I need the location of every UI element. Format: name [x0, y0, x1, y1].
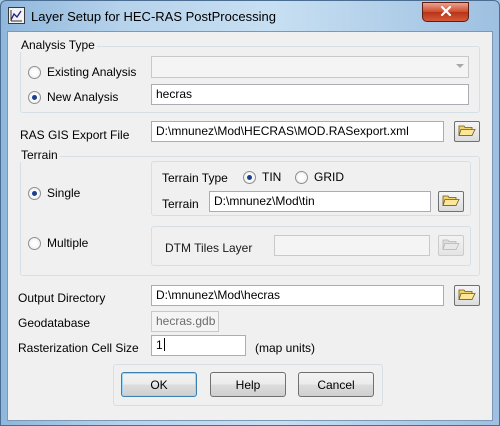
tin-radio[interactable]: TIN — [243, 170, 281, 184]
help-button[interactable]: Help — [210, 372, 286, 397]
map-units-label: (map units) — [255, 341, 316, 355]
output-directory-browse-button[interactable] — [454, 285, 480, 306]
tin-label: TIN — [262, 170, 282, 184]
single-terrain-radio[interactable]: Single — [28, 186, 80, 200]
dialog-window: Layer Setup for HEC-RAS PostProcessing A… — [0, 0, 500, 426]
single-terrain-label: Single — [47, 186, 81, 200]
tin-radio-dot[interactable] — [243, 170, 256, 184]
new-analysis-radio[interactable]: New Analysis — [28, 90, 118, 104]
rasterization-cell-size-value: 1 — [156, 338, 163, 352]
ok-button[interactable]: OK — [121, 372, 197, 397]
grid-radio[interactable]: GRID — [295, 170, 344, 184]
grid-radio-dot[interactable] — [295, 170, 308, 184]
ras-gis-export-input[interactable]: D:\mnunez\Mod\HECRAS\MOD.RASexport.xml — [151, 121, 444, 142]
terrain-input[interactable]: D:\mnunez\Mod\tin — [209, 191, 431, 212]
open-folder-icon — [458, 287, 476, 304]
multiple-terrain-radio[interactable]: Multiple — [28, 236, 88, 250]
rasterization-cell-size-input[interactable]: 1 — [151, 335, 246, 356]
new-analysis-input[interactable]: hecras — [151, 84, 469, 105]
close-icon — [440, 5, 452, 20]
open-folder-icon — [442, 193, 460, 210]
open-folder-icon — [458, 123, 476, 140]
existing-analysis-radio-dot[interactable] — [28, 65, 41, 79]
title-bar[interactable]: Layer Setup for HEC-RAS PostProcessing — [1, 1, 499, 31]
app-icon — [8, 7, 25, 24]
cancel-button[interactable]: Cancel — [298, 372, 374, 397]
rasterization-cell-size-label: Rasterization Cell Size — [18, 341, 139, 355]
existing-analysis-radio[interactable]: Existing Analysis — [28, 65, 136, 79]
terrain-browse-button[interactable] — [438, 191, 464, 212]
output-directory-input[interactable]: D:\mnunez\Mod\hecras — [151, 285, 444, 306]
dtm-tiles-browse-button[interactable] — [438, 235, 464, 256]
multiple-terrain-radio-dot[interactable] — [28, 236, 41, 250]
geodatabase-input[interactable]: hecras.gdb — [151, 311, 219, 332]
existing-analysis-dropdown[interactable] — [151, 56, 469, 78]
chevron-down-icon — [456, 64, 464, 68]
multiple-terrain-label: Multiple — [47, 236, 89, 250]
terrain-type-label: Terrain Type — [162, 171, 228, 185]
ras-gis-export-browse-button[interactable] — [454, 121, 480, 142]
geodatabase-label: Geodatabase — [18, 316, 91, 330]
terrain-group-label: Terrain — [19, 148, 60, 162]
output-directory-label: Output Directory — [18, 291, 106, 305]
dtm-tiles-input[interactable] — [274, 235, 430, 256]
text-caret — [163, 338, 165, 351]
new-analysis-radio-dot[interactable] — [28, 90, 41, 104]
existing-analysis-label: Existing Analysis — [47, 65, 137, 79]
grid-label: GRID — [314, 170, 344, 184]
dialog-body: Analysis Type Existing Analysis New Anal… — [7, 31, 493, 421]
single-terrain-radio-dot[interactable] — [28, 186, 41, 200]
close-button[interactable] — [422, 2, 469, 22]
window-title: Layer Setup for HEC-RAS PostProcessing — [31, 9, 276, 24]
new-analysis-label: New Analysis — [47, 90, 119, 104]
analysis-type-label: Analysis Type — [19, 38, 97, 52]
ras-gis-export-label: RAS GIS Export File — [20, 128, 130, 142]
terrain-label: Terrain — [162, 197, 199, 211]
dtm-tiles-label: DTM Tiles Layer — [165, 241, 253, 255]
open-folder-icon — [442, 237, 460, 254]
